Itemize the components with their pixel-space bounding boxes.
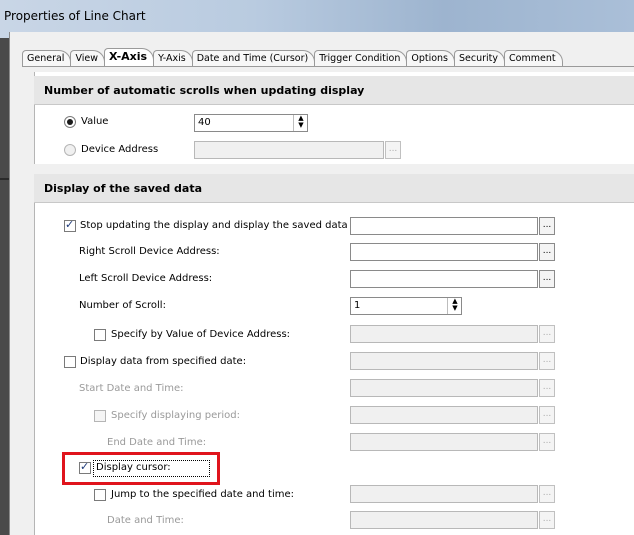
date-time-label: Date and Time:	[107, 515, 184, 526]
tab-security[interactable]: Security	[454, 50, 506, 66]
specify-by-value-checkbox[interactable]	[94, 329, 106, 341]
tab-comment[interactable]: Comment	[504, 50, 563, 66]
specify-period-browse-button[interactable]: ...	[539, 406, 555, 424]
start-datetime-input[interactable]	[350, 379, 538, 397]
value-spinner[interactable]: ▲ ▼	[293, 115, 308, 131]
device-address-radio[interactable]	[64, 144, 76, 156]
tab-x-axis[interactable]: X-Axis	[104, 48, 155, 66]
jump-to-label: Jump to the specified date and time:	[111, 489, 295, 500]
end-datetime-label: End Date and Time:	[107, 437, 207, 448]
left-scroll-input[interactable]	[350, 270, 538, 288]
display-cursor-checkbox[interactable]	[79, 460, 91, 474]
end-datetime-browse-button[interactable]: ...	[539, 433, 555, 451]
stop-updating-browse-button[interactable]: ...	[539, 217, 555, 235]
tab-y-axis[interactable]: Y-Axis	[153, 50, 193, 66]
start-datetime-label: Start Date and Time:	[79, 383, 184, 394]
section-header-saved-data: Display of the saved data	[34, 174, 634, 203]
value-input[interactable]: 40	[194, 114, 308, 132]
tab-strip: General View X-Axis Y-Axis Date and Time…	[22, 48, 563, 66]
device-address-radio-label: Device Address	[81, 144, 159, 155]
window-title: Properties of Line Chart	[4, 9, 146, 23]
section-title: Display of the saved data	[44, 182, 203, 195]
section-header-auto-scroll: Number of automatic scrolls when updatin…	[34, 76, 634, 105]
date-time-browse-button[interactable]: ...	[539, 511, 555, 529]
num-scroll-label: Number of Scroll:	[79, 300, 166, 311]
display-from-date-browse-button[interactable]: ...	[539, 352, 555, 370]
section-title: Number of automatic scrolls when updatin…	[44, 84, 365, 97]
stop-updating-label: Stop updating the display and display th…	[80, 220, 348, 231]
left-scroll-browse-button[interactable]: ...	[539, 270, 555, 288]
end-datetime-input[interactable]	[350, 433, 538, 451]
tab-date-time-cursor[interactable]: Date and Time (Cursor)	[191, 50, 316, 66]
specify-period-label: Specify displaying period:	[111, 410, 240, 421]
display-from-date-input[interactable]	[350, 352, 538, 370]
tab-trigger-condition[interactable]: Trigger Condition	[314, 50, 408, 66]
tab-general[interactable]: General	[22, 50, 72, 66]
right-scroll-label: Right Scroll Device Address:	[79, 246, 220, 257]
jump-to-browse-button[interactable]: ...	[539, 485, 555, 503]
section-gap	[34, 164, 634, 174]
display-from-date-label: Display data from specified date:	[80, 356, 247, 367]
stop-updating-checkbox[interactable]	[64, 218, 76, 232]
jump-to-checkbox[interactable]	[94, 489, 106, 501]
jump-to-input[interactable]	[350, 485, 538, 503]
start-datetime-browse-button[interactable]: ...	[539, 379, 555, 397]
num-scroll-spinner[interactable]: ▲ ▼	[447, 298, 462, 314]
value-radio[interactable]	[64, 116, 76, 128]
tab-view[interactable]: View	[70, 50, 105, 66]
specify-by-value-label: Specify by Value of Device Address:	[111, 329, 291, 340]
value-radio-label: Value	[81, 116, 109, 127]
specify-by-value-browse-button[interactable]: ...	[539, 325, 555, 343]
display-from-date-checkbox[interactable]	[64, 356, 76, 368]
tab-options[interactable]: Options	[406, 50, 455, 66]
left-scroll-label: Left Scroll Device Address:	[79, 273, 213, 284]
num-scroll-input[interactable]: 1	[350, 297, 462, 315]
display-cursor-label: Display cursor:	[96, 462, 171, 473]
specify-by-value-input[interactable]	[350, 325, 538, 343]
specify-period-checkbox[interactable]	[94, 410, 106, 422]
right-scroll-input[interactable]	[350, 243, 538, 261]
stop-updating-input[interactable]	[350, 217, 538, 235]
device-address-input[interactable]	[194, 141, 384, 159]
edge-separator	[0, 178, 9, 180]
device-address-browse-button[interactable]: ...	[385, 141, 401, 159]
right-scroll-browse-button[interactable]: ...	[539, 243, 555, 261]
date-time-input[interactable]	[350, 511, 538, 529]
specify-period-input[interactable]	[350, 406, 538, 424]
background-strip	[0, 38, 9, 535]
tab-divider	[22, 66, 634, 67]
